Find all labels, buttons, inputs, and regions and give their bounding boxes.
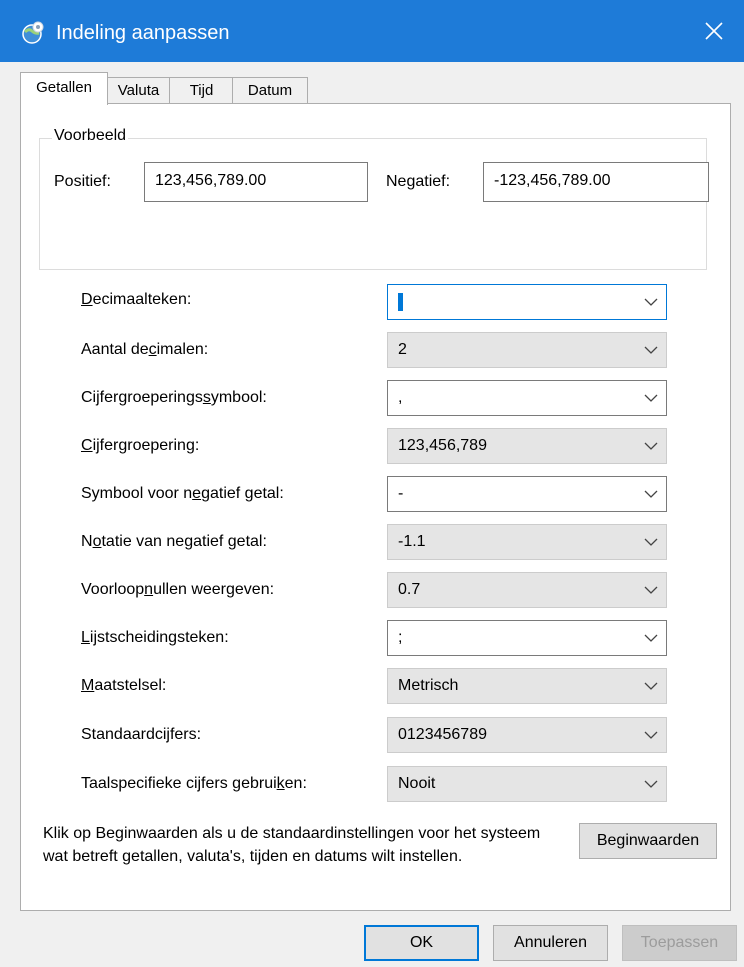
tab-valuta[interactable]: Valuta <box>106 77 171 104</box>
chevron-down-icon <box>644 394 658 402</box>
negative-label: Negatief: <box>386 173 451 190</box>
chevron-down-icon <box>644 298 658 306</box>
native-digits-value: Nooit <box>398 775 436 792</box>
tab-panel-getallen: Voorbeeld Positief: 123,456,789.00 Negat… <box>20 103 731 911</box>
window-title: Indeling aanpassen <box>56 22 230 44</box>
reset-defaults-button[interactable]: Beginwaarden <box>579 823 717 859</box>
text-selection-highlight <box>398 292 403 311</box>
apply-label: Toepassen <box>640 934 719 951</box>
decimal-count-combo[interactable]: 2 <box>387 332 667 368</box>
measurement-label: Maatstelsel: <box>81 677 167 694</box>
ok-label: OK <box>409 934 434 951</box>
list-separator-label: Lijstscheidingsteken: <box>81 629 229 646</box>
tab-tijd[interactable]: Tijd <box>169 77 234 104</box>
group-symbol-combo[interactable]: , <box>387 380 667 416</box>
cancel-button[interactable]: Annuleren <box>493 925 608 961</box>
measurement-combo[interactable]: Metrisch <box>387 668 667 704</box>
region-globe-icon <box>22 21 44 44</box>
reset-info-text: Klik op Beginwaarden als u de standaardi… <box>43 825 541 865</box>
digit-grouping-label: Cijfergroepering: <box>81 437 200 454</box>
preview-group: Voorbeeld Positief: 123,456,789.00 Negat… <box>39 127 709 270</box>
digit-grouping-value: 123,456,789 <box>398 437 487 454</box>
chevron-down-icon <box>644 442 658 450</box>
list-separator-combo[interactable]: ; <box>387 620 667 656</box>
ok-button[interactable]: OK <box>364 925 479 961</box>
chevron-down-icon <box>644 780 658 788</box>
standard-digits-label: Standaardcijfers: <box>81 726 202 743</box>
cancel-label: Annuleren <box>514 934 587 951</box>
list-separator-value: ; <box>398 629 403 646</box>
standard-digits-combo[interactable]: 0123456789 <box>387 717 667 753</box>
measurement-value: Metrisch <box>398 677 459 694</box>
chevron-down-icon <box>644 634 658 642</box>
negative-format-combo[interactable]: -1.1 <box>387 524 667 560</box>
negative-sign-label: Symbool voor negatief getal: <box>81 485 284 502</box>
decimal-count-value: 2 <box>398 341 407 358</box>
native-digits-label: Taalspecifieke cijfers gebruiken: <box>81 775 307 792</box>
leading-zeros-combo[interactable]: 0.7 <box>387 572 667 608</box>
title-bar: Indeling aanpassen <box>0 0 744 62</box>
chevron-down-icon <box>644 346 658 354</box>
positive-label: Positief: <box>54 173 111 190</box>
leading-zeros-label: Voorloopnullen weergeven: <box>81 581 275 598</box>
digit-grouping-combo[interactable]: 123,456,789 <box>387 428 667 464</box>
close-icon <box>705 22 723 40</box>
negative-format-value: -1.1 <box>398 533 426 550</box>
positive-preview-field: 123,456,789.00 <box>144 162 368 202</box>
tab-getallen[interactable]: Getallen <box>20 72 108 105</box>
leading-zeros-value: 0.7 <box>398 581 421 598</box>
group-symbol-label: Cijfergroeperingssymbool: <box>81 389 267 406</box>
decimal-count-label: Aantal decimalen: <box>81 341 209 358</box>
decimal-symbol-combo[interactable]: . <box>387 284 667 320</box>
chevron-down-icon <box>644 538 658 546</box>
negative-preview-field: -123,456,789.00 <box>483 162 709 202</box>
decimal-symbol-label: Decimaalteken: <box>81 291 192 308</box>
native-digits-combo[interactable]: Nooit <box>387 766 667 802</box>
reset-defaults-label: Beginwaarden <box>596 832 700 849</box>
group-symbol-value: , <box>398 389 403 406</box>
negative-sign-value: - <box>398 485 404 502</box>
preview-legend: Voorbeeld <box>52 127 129 145</box>
chevron-down-icon <box>644 586 658 594</box>
standard-digits-value: 0123456789 <box>398 726 487 743</box>
negative-format-label: Notatie van negatief getal: <box>81 533 267 550</box>
chevron-down-icon <box>644 731 658 739</box>
tab-datum[interactable]: Datum <box>232 77 308 104</box>
chevron-down-icon <box>644 490 658 498</box>
close-button[interactable] <box>684 0 744 62</box>
negative-sign-combo[interactable]: - <box>387 476 667 512</box>
apply-button[interactable]: Toepassen <box>622 925 737 961</box>
chevron-down-icon <box>644 682 658 690</box>
